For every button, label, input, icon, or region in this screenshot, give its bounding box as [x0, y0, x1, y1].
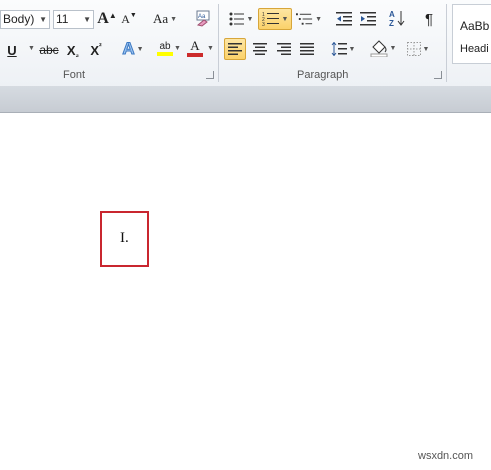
font-size-value: 11 [56, 12, 69, 26]
ruler-band [0, 86, 491, 113]
chevron-down-icon: ▼ [389, 44, 397, 52]
text-effects-button[interactable]: A ▼ [118, 39, 148, 59]
chevron-down-icon: ▼ [422, 45, 430, 53]
numbering-icon: 1 2 3 [262, 12, 279, 27]
highlight-color-bar [157, 51, 173, 56]
underline-button[interactable]: U [6, 40, 18, 60]
chevron-down-icon: ▼ [315, 15, 322, 23]
chevron-down-icon: ▼ [170, 15, 178, 23]
font-dialog-launcher-icon[interactable] [206, 71, 214, 79]
shrink-font-label: A [121, 11, 130, 26]
bullets-button[interactable]: ▼ [228, 9, 254, 29]
chevron-down-icon[interactable]: ▼ [174, 45, 181, 52]
shading-bucket-icon [370, 40, 388, 57]
strikethrough-label: abc [39, 43, 59, 57]
line-spacing-icon [331, 42, 347, 56]
svg-text:Aa: Aa [198, 14, 206, 20]
superscript-2-icon: ² [99, 41, 102, 51]
strikethrough-button[interactable]: abc [38, 40, 60, 60]
grow-font-label: A [97, 10, 109, 27]
increase-indent-button[interactable] [358, 9, 378, 29]
borders-icon [406, 42, 421, 56]
line-spacing-button[interactable]: ▼ [329, 39, 357, 59]
watermark: wsxdn.com [418, 450, 474, 462]
list-item-numeral[interactable]: I. [120, 230, 129, 247]
subscript-2-icon: ₂ [75, 49, 80, 59]
bullets-icon [229, 12, 244, 26]
styles-gallery[interactable]: AaBb Headi [452, 4, 491, 64]
underline-label: U [7, 42, 17, 58]
clear-formatting-button[interactable]: Aa [193, 8, 213, 28]
chevron-down-icon[interactable]: ▼ [207, 45, 214, 52]
chevron-down-icon: ▼ [83, 15, 91, 24]
font-color-button[interactable]: A [183, 38, 207, 58]
chevron-down-icon: ▼ [136, 45, 144, 53]
chevron-down-icon: ▼ [281, 15, 289, 23]
svg-text:Z: Z [389, 19, 394, 27]
font-name-value: Body) [3, 12, 35, 26]
group-separator [218, 4, 219, 82]
text-effects-label: A [122, 39, 135, 59]
chevron-down-icon: ▼ [246, 15, 254, 23]
change-case-button[interactable]: Aa ▼ [150, 9, 180, 29]
svg-text:3: 3 [262, 22, 265, 27]
grow-font-button[interactable]: A ▲ [97, 9, 117, 29]
group-separator [446, 4, 447, 82]
paragraph-group-label: Paragraph [297, 69, 349, 81]
svg-text:A: A [389, 10, 395, 19]
clear-formatting-icon: Aa [196, 10, 210, 27]
justify-button[interactable] [297, 39, 317, 59]
font-color-label: A [190, 38, 200, 53]
up-arrow-icon: ▲ [108, 10, 117, 20]
decrease-indent-button[interactable] [334, 9, 354, 29]
highlight-label: ab [159, 40, 171, 52]
sort-icon: A Z [389, 10, 405, 27]
style-normal-preview[interactable]: AaBb [460, 19, 489, 33]
pilcrow-icon: ¶ [424, 10, 434, 28]
decrease-indent-icon [336, 12, 352, 26]
increase-indent-icon [360, 12, 376, 26]
show-formatting-marks-button[interactable]: ¶ [420, 9, 438, 29]
shrink-font-button[interactable]: A ▼ [121, 9, 137, 29]
document-page[interactable] [0, 113, 491, 470]
chevron-down-icon: ▼ [348, 45, 356, 53]
align-right-button[interactable] [274, 39, 294, 59]
superscript-button[interactable]: X² [87, 40, 105, 60]
numbering-button[interactable]: 1 2 3 ▼ [258, 8, 292, 30]
chevron-down-icon[interactable]: ▼ [28, 45, 35, 52]
multilevel-list-icon [296, 13, 313, 25]
ribbon: Body) ▼ 11 ▼ A ▲ A ▼ Aa ▼ Aa U ▼ abc X₂ X² … [0, 0, 491, 87]
font-color-bar [187, 53, 203, 57]
change-case-label: Aa [152, 11, 169, 26]
shading-button[interactable]: ▼ [368, 38, 398, 58]
font-group-label: Font [63, 69, 86, 81]
multilevel-list-button[interactable]: ▼ [296, 9, 322, 29]
borders-button[interactable]: ▼ [404, 39, 432, 59]
font-name-combo[interactable]: Body) ▼ [0, 10, 50, 29]
style-heading-preview[interactable]: Headi [460, 43, 489, 55]
sort-button[interactable]: A Z [386, 8, 408, 28]
align-center-button[interactable] [250, 39, 270, 59]
align-center-icon [253, 43, 267, 55]
down-arrow-icon: ▼ [129, 11, 137, 19]
chevron-down-icon: ▼ [39, 15, 47, 24]
superscript-label: X [90, 42, 99, 58]
font-size-combo[interactable]: 11 ▼ [53, 10, 94, 29]
align-left-button[interactable] [224, 38, 246, 60]
align-right-icon [277, 43, 291, 55]
subscript-label: X [66, 42, 76, 58]
subscript-button[interactable]: X₂ [64, 40, 82, 60]
paragraph-dialog-launcher-icon[interactable] [434, 71, 442, 79]
align-left-icon [228, 43, 242, 55]
justify-icon [300, 43, 314, 55]
